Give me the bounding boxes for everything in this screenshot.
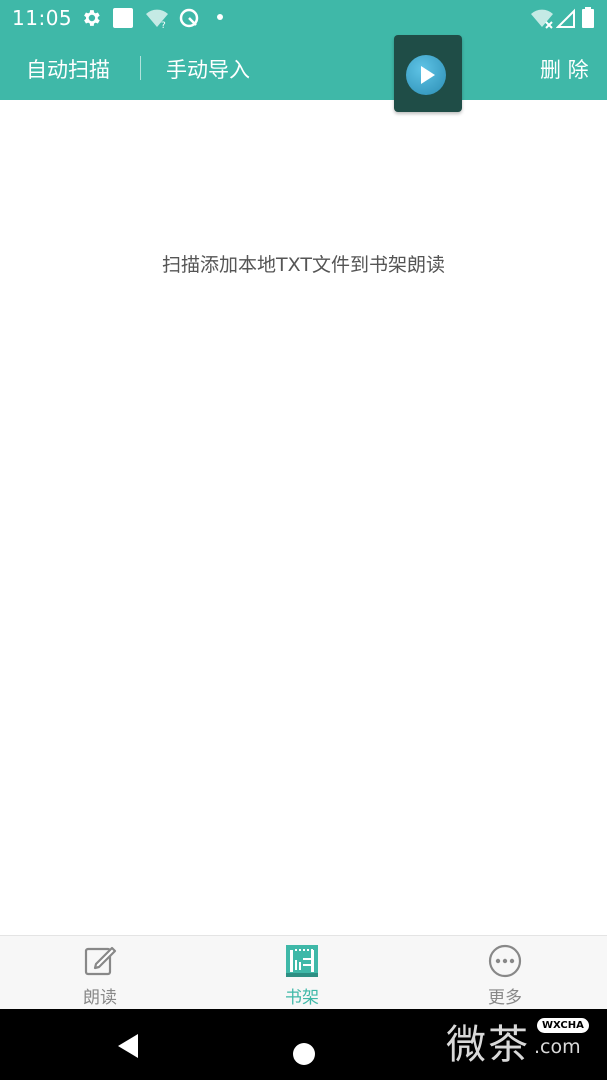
nav-item-more[interactable]: 更多 xyxy=(445,936,565,1010)
watermark-text: 微茶 xyxy=(446,1022,530,1068)
sync-icon xyxy=(179,8,199,28)
more-icon xyxy=(488,944,522,978)
home-icon[interactable] xyxy=(293,1043,315,1065)
status-bar: 11:05 ? xyxy=(0,0,607,36)
empty-state-hint: 扫描添加本地TXT文件到书架朗读 xyxy=(162,254,445,276)
nav-label-bookshelf: 书架 xyxy=(285,988,319,1008)
square-notification-icon xyxy=(113,8,133,28)
toolbar-divider xyxy=(140,56,141,80)
auto-scan-button[interactable]: 自动扫描 xyxy=(26,54,110,84)
watermark-badge: WXCHA xyxy=(537,1018,589,1033)
dot-icon xyxy=(217,14,223,20)
floating-player-button[interactable] xyxy=(394,35,462,112)
back-icon[interactable] xyxy=(116,1033,140,1059)
watermark-domain: .com xyxy=(534,1036,581,1058)
bottom-nav: 朗读 书架 更多 xyxy=(0,935,607,1009)
wifi-question-icon: ? xyxy=(146,9,168,29)
play-circle xyxy=(406,55,446,95)
battery-icon xyxy=(582,7,594,28)
manual-import-button[interactable]: 手动导入 xyxy=(166,54,250,84)
delete-button[interactable]: 删 除 xyxy=(540,54,589,84)
edit-icon xyxy=(84,946,117,976)
status-time: 11:05 xyxy=(12,6,73,30)
bookshelf-icon xyxy=(286,945,318,977)
play-icon xyxy=(421,66,435,84)
nav-label-read: 朗读 xyxy=(83,988,117,1008)
wifi-off-icon xyxy=(531,9,553,29)
signal-icon xyxy=(556,8,575,28)
svg-text:?: ? xyxy=(161,21,166,29)
gear-icon xyxy=(84,10,100,26)
nav-label-more: 更多 xyxy=(488,988,522,1008)
nav-item-bookshelf[interactable]: 书架 xyxy=(242,936,362,1010)
nav-item-read[interactable]: 朗读 xyxy=(40,936,160,1010)
app-bar: 自动扫描 手动导入 删 除 xyxy=(0,36,607,100)
